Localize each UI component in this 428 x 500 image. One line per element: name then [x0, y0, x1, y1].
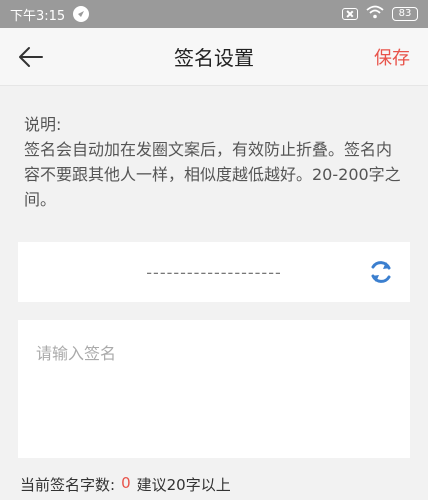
save-button[interactable]: 保存	[374, 44, 410, 70]
arrow-left-icon	[19, 47, 43, 67]
wifi-icon	[366, 5, 384, 23]
back-button[interactable]	[14, 40, 48, 74]
signature-preview: --------------------	[146, 262, 282, 282]
page-title: 签名设置	[174, 46, 254, 70]
refresh-button[interactable]	[368, 259, 394, 285]
description-label: 说明:	[24, 115, 62, 134]
count-hint: 建议20字以上	[136, 476, 231, 494]
count-label: 当前签名字数:	[20, 476, 116, 494]
signature-count: 当前签名字数: 0 建议20字以上	[20, 474, 231, 495]
sim-off-icon	[342, 8, 358, 20]
status-left: 下午3:15	[10, 5, 90, 24]
status-time: 下午3:15	[10, 8, 66, 24]
battery-icon: 83	[392, 7, 418, 21]
status-right: 83	[342, 5, 418, 23]
count-value: 0	[121, 474, 131, 492]
app-notification-icon	[73, 6, 90, 22]
status-bar: 下午3:15 83	[0, 0, 428, 28]
signature-input-card	[18, 320, 410, 458]
nav-bar: 签名设置 保存	[0, 28, 428, 86]
description-text: 签名会自动加在发圈文案后，有效防止折叠。签名内容不要跟其他人一样，相似度越低越好…	[24, 140, 401, 209]
refresh-icon	[371, 261, 391, 283]
signature-input[interactable]	[18, 320, 410, 458]
signature-preview-card: --------------------	[18, 242, 410, 302]
description: 说明: 签名会自动加在发圈文案后，有效防止折叠。签名内容不要跟其他人一样，相似度…	[24, 112, 404, 212]
